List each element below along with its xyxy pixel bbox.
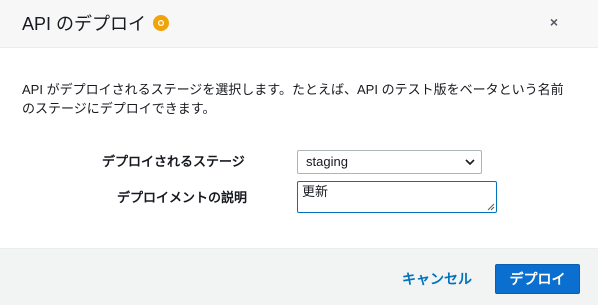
cancel-button[interactable]: キャンセル (402, 269, 472, 289)
dialog-title-text: API のデプロイ (22, 14, 147, 34)
deploy-button[interactable]: デプロイ (495, 264, 580, 294)
dialog-description: API がデプロイされるステージを選択します。たとえば、API のテスト版をベー… (22, 82, 564, 116)
description-textarea[interactable]: 更新 (297, 181, 497, 213)
description-textarea-value: 更新 (302, 184, 329, 199)
deploy-api-dialog: API のデプロイ × API がデプロイされるステージを選択します。たとえば、… (0, 0, 598, 305)
dialog-header: API のデプロイ × (0, 0, 598, 48)
close-button[interactable]: × (550, 13, 558, 31)
chevron-down-icon (465, 159, 475, 166)
info-icon[interactable] (153, 15, 170, 31)
stage-select[interactable]: staging (297, 150, 482, 174)
dialog-title: API のデプロイ (22, 10, 170, 36)
resize-handle-icon[interactable] (487, 203, 495, 211)
stage-select-value: staging (306, 154, 348, 169)
description-label: デプロイメントの説明 (117, 190, 248, 205)
dialog-footer: キャンセル デプロイ (0, 248, 598, 305)
stage-label: デプロイされるステージ (102, 154, 245, 169)
